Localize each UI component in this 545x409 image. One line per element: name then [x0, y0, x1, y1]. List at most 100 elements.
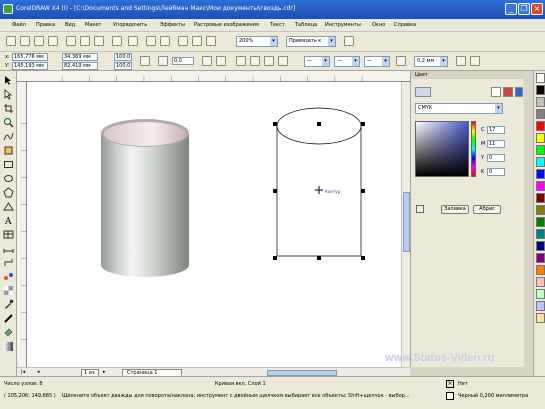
palette-swatch[interactable]	[536, 241, 545, 251]
text-tool-icon[interactable]: A	[3, 215, 14, 226]
menu-tools[interactable]: Инструменты	[325, 22, 361, 28]
vertical-scrollbar[interactable]	[401, 82, 410, 367]
rotation-angle-field[interactable]: 0,0	[172, 57, 194, 65]
new-icon[interactable]	[6, 36, 16, 46]
outline-button[interactable]: Абрис	[473, 205, 501, 214]
shape-tool-icon[interactable]	[3, 89, 14, 100]
outline-style-combo[interactable]: — ▾	[334, 56, 360, 67]
paste-icon[interactable]	[94, 36, 104, 46]
wireframe-cylinder[interactable]	[276, 107, 362, 257]
palette-swatch[interactable]	[536, 157, 545, 167]
minimize-button[interactable]: _	[505, 3, 517, 15]
to-back-icon[interactable]	[470, 56, 480, 66]
palette-swatch[interactable]	[536, 265, 545, 275]
open-icon[interactable]	[20, 36, 30, 46]
copy-icon[interactable]	[80, 36, 90, 46]
shaded-cylinder[interactable]	[101, 119, 189, 277]
end-arrow-combo[interactable]: — ▾	[364, 56, 390, 67]
yellow-field[interactable]: 0	[487, 154, 505, 162]
cut-icon[interactable]	[66, 36, 76, 46]
auto-apply-icon[interactable]	[416, 205, 424, 213]
color-sliders-icon[interactable]	[503, 87, 513, 97]
connector-tool-icon[interactable]	[3, 257, 14, 268]
color-picker-area[interactable]	[415, 121, 469, 177]
scale-y-field[interactable]: 100,0	[114, 62, 132, 70]
palette-swatch[interactable]	[536, 205, 545, 215]
palette-swatch[interactable]	[536, 229, 545, 239]
basic-shapes-tool-icon[interactable]	[3, 201, 14, 212]
width-field[interactable]: 34,369 мм	[62, 53, 98, 61]
transparency-tool-icon[interactable]	[3, 285, 14, 296]
menu-table[interactable]: Таблица	[295, 22, 317, 28]
palette-swatch[interactable]	[536, 193, 545, 203]
lock-ratio-icon[interactable]	[140, 56, 150, 66]
options-icon[interactable]	[344, 36, 354, 46]
zoom-tool-icon[interactable]	[3, 117, 14, 128]
black-field[interactable]: 0	[487, 168, 505, 176]
start-arrow-combo[interactable]: — ▾	[304, 56, 330, 67]
menu-arrange[interactable]: Упорядочить	[113, 22, 147, 28]
height-field[interactable]: 82,419 мм	[62, 62, 98, 70]
close-button[interactable]: ×	[531, 3, 543, 15]
first-page-icon[interactable]: |◂	[21, 369, 25, 375]
interactive-fill-tool-icon[interactable]	[3, 341, 14, 352]
x-position-field[interactable]: 165,776 мм	[12, 53, 48, 61]
mirror-horizontal-icon[interactable]	[202, 56, 212, 66]
reverse-direction-icon[interactable]	[396, 56, 406, 66]
import-icon[interactable]	[146, 36, 156, 46]
fill-button[interactable]: Заливка	[441, 205, 469, 214]
palette-swatch[interactable]	[536, 289, 545, 299]
menu-window[interactable]: Окно	[372, 22, 385, 28]
menu-bitmaps[interactable]: Растровые изображения	[194, 22, 259, 28]
close-curve-icon[interactable]	[264, 56, 274, 66]
save-icon[interactable]	[34, 36, 44, 46]
palette-swatch[interactable]	[536, 109, 545, 119]
palette-swatch[interactable]	[536, 217, 545, 227]
drawing-canvas[interactable]: Контур	[27, 82, 401, 367]
rectangle-tool-icon[interactable]	[3, 159, 14, 170]
menu-file[interactable]: Файл	[12, 22, 26, 28]
hue-slider[interactable]	[471, 121, 476, 177]
fill-tool-icon[interactable]	[3, 327, 14, 338]
freehand-tool-icon[interactable]	[3, 131, 14, 142]
palette-swatch[interactable]	[536, 169, 545, 179]
crop-tool-icon[interactable]	[3, 103, 14, 114]
color-palettes-icon[interactable]	[515, 87, 523, 97]
corel-online-icon[interactable]	[206, 36, 216, 46]
cyan-field[interactable]: 17	[487, 126, 505, 134]
polygon-tool-icon[interactable]	[3, 187, 14, 198]
combine-icon[interactable]	[278, 56, 288, 66]
palette-swatch[interactable]	[536, 121, 545, 131]
y-position-field[interactable]: 145,193 мм	[12, 62, 48, 70]
redo-icon[interactable]	[128, 36, 138, 46]
welcome-screen-icon[interactable]	[192, 36, 202, 46]
prev-page-icon[interactable]: ◂	[37, 369, 40, 375]
blend-tool-icon[interactable]	[3, 271, 14, 282]
color-model-combo[interactable]: CMYK ▾	[415, 103, 503, 114]
outline-tool-icon[interactable]	[3, 313, 14, 324]
menu-edit[interactable]: Правка	[36, 22, 55, 28]
ellipse-tool-icon[interactable]	[3, 173, 14, 184]
palette-swatch[interactable]	[536, 301, 545, 311]
palette-swatch[interactable]	[536, 145, 545, 155]
table-tool-icon[interactable]	[3, 229, 14, 240]
to-front-icon[interactable]	[456, 56, 466, 66]
zoom-combo[interactable]: 200% ▾	[236, 36, 278, 47]
eyedropper-tool-icon[interactable]	[3, 299, 14, 310]
scale-x-field[interactable]: 100,0	[114, 53, 132, 61]
pick-tool-icon[interactable]	[3, 75, 14, 86]
menu-view[interactable]: Вид	[65, 22, 75, 28]
palette-swatch[interactable]	[536, 181, 545, 191]
wrap-text-icon[interactable]	[250, 56, 260, 66]
next-page-icon[interactable]: ▸	[103, 369, 106, 375]
color-eyedropper-icon[interactable]	[491, 87, 501, 97]
restore-button[interactable]: ❐	[518, 3, 530, 15]
palette-swatch[interactable]	[536, 73, 545, 83]
scrollbar-thumb[interactable]	[403, 192, 410, 252]
undo-icon[interactable]	[112, 36, 122, 46]
palette-swatch[interactable]	[536, 253, 545, 263]
dimension-tool-icon[interactable]	[3, 243, 14, 254]
snap-to-combo[interactable]: Привязать к ▾	[286, 36, 336, 47]
outline-width-combo[interactable]: 0,2 мм ▾	[414, 56, 448, 67]
mirror-vertical-icon[interactable]	[216, 56, 226, 66]
